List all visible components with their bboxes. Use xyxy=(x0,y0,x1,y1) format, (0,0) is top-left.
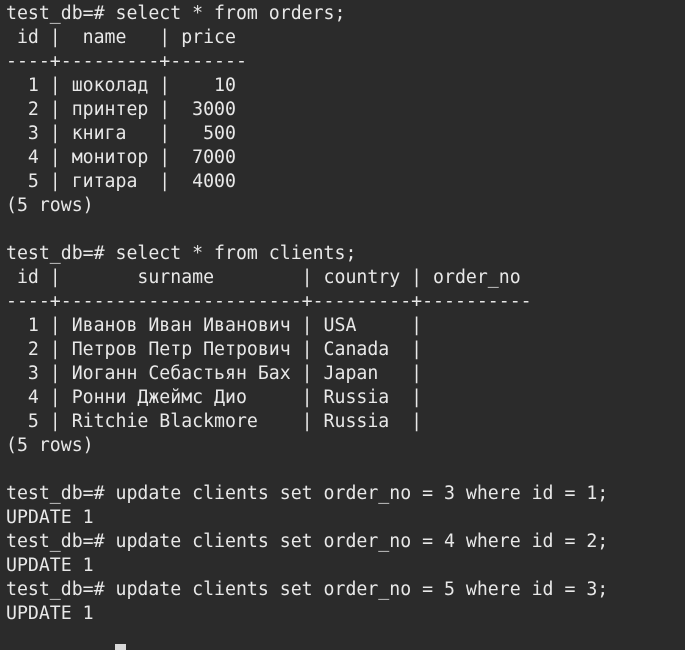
clients-table-row: 4 | Ронни Джеймс Дио | Russia | xyxy=(6,387,423,408)
clients-table-row: 5 | Ritchie Blackmore | Russia | xyxy=(6,411,423,432)
row-count: (5 rows) xyxy=(6,195,94,216)
input-line[interactable] xyxy=(6,626,685,650)
prompt-line: test_db=# select * from orders; xyxy=(6,3,346,24)
clients-table-row: 2 | Петров Петр Петрович | Canada | xyxy=(6,339,423,360)
command-result: UPDATE 1 xyxy=(6,555,94,576)
clients-table-separator: ----+----------------------+---------+--… xyxy=(6,291,532,312)
clients-table-header: id | surname | country | order_no xyxy=(6,267,532,288)
row-count: (5 rows) xyxy=(6,435,94,456)
command-result: UPDATE 1 xyxy=(6,603,94,624)
clients-table-row: 3 | Иоганн Себастьян Бах | Japan | xyxy=(6,363,423,384)
orders-table-row: 4 | монитор | 7000 xyxy=(6,147,236,168)
prompt-line: test_db=# select * from clients; xyxy=(6,243,357,264)
prompt-line: test_db=# update clients set order_no = … xyxy=(6,579,609,600)
orders-table-row: 1 | шоколад | 10 xyxy=(6,75,236,96)
terminal-window[interactable]: test_db=# select * from orders; id | nam… xyxy=(0,0,685,650)
prompt-line: test_db=# update clients set order_no = … xyxy=(6,483,609,504)
orders-table-row: 2 | принтер | 3000 xyxy=(6,99,236,120)
prompt-line: test_db=# update clients set order_no = … xyxy=(6,531,609,552)
command-result: UPDATE 1 xyxy=(6,507,94,528)
orders-table-header: id | name | price xyxy=(6,27,247,48)
text-cursor xyxy=(115,644,126,650)
orders-table-row: 5 | гитара | 4000 xyxy=(6,171,236,192)
clients-table-row: 1 | Иванов Иван Иванович | USA | xyxy=(6,315,423,336)
orders-table-separator: ----+---------+------- xyxy=(6,51,247,72)
orders-table-row: 3 | книга | 500 xyxy=(6,123,236,144)
